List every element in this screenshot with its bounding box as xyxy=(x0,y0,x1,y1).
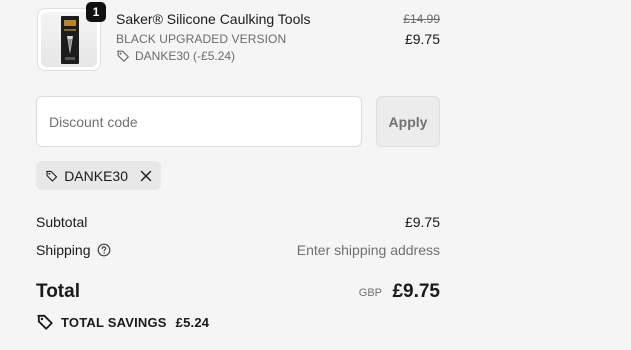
tag-icon xyxy=(117,50,129,62)
close-icon[interactable] xyxy=(140,170,152,182)
subtotal-value: £9.75 xyxy=(404,214,440,230)
quantity-badge: 1 xyxy=(86,2,106,22)
tag-icon xyxy=(37,314,53,330)
discount-code-input[interactable] xyxy=(36,96,362,147)
total-savings-value: £5.24 xyxy=(175,314,210,330)
total-value: £9.75 xyxy=(392,281,440,302)
help-circle-icon[interactable] xyxy=(97,243,111,257)
shipping-value: Enter shipping address xyxy=(296,242,440,258)
product-variant: BLACK UPGRADED VERSION xyxy=(116,32,287,46)
product-discount-label: DANKE30 (-£5.24) xyxy=(135,49,236,63)
total-savings: TOTAL SAVINGS £5.24 xyxy=(36,313,209,331)
original-price: £14.99 xyxy=(403,12,440,26)
currency-code: GBP xyxy=(358,287,382,299)
product-discount: DANKE30 (-£5.24) xyxy=(116,49,235,63)
subtotal-label: Subtotal xyxy=(36,214,88,230)
apply-button[interactable]: Apply xyxy=(376,96,440,147)
shipping-row: Shipping xyxy=(36,242,111,258)
remove-discount-button[interactable] xyxy=(140,170,152,182)
total-label: Total xyxy=(36,281,80,302)
product-price: £9.75 xyxy=(404,31,440,47)
applied-discount-code: DANKE30 xyxy=(64,167,128,184)
applied-discount-chip: DANKE30 xyxy=(36,161,161,190)
tag-icon xyxy=(46,170,58,181)
product-title: Saker® Silicone Caulking Tools xyxy=(116,11,311,27)
shipping-label: Shipping xyxy=(36,242,91,258)
total-savings-label: TOTAL SAVINGS xyxy=(61,314,167,330)
